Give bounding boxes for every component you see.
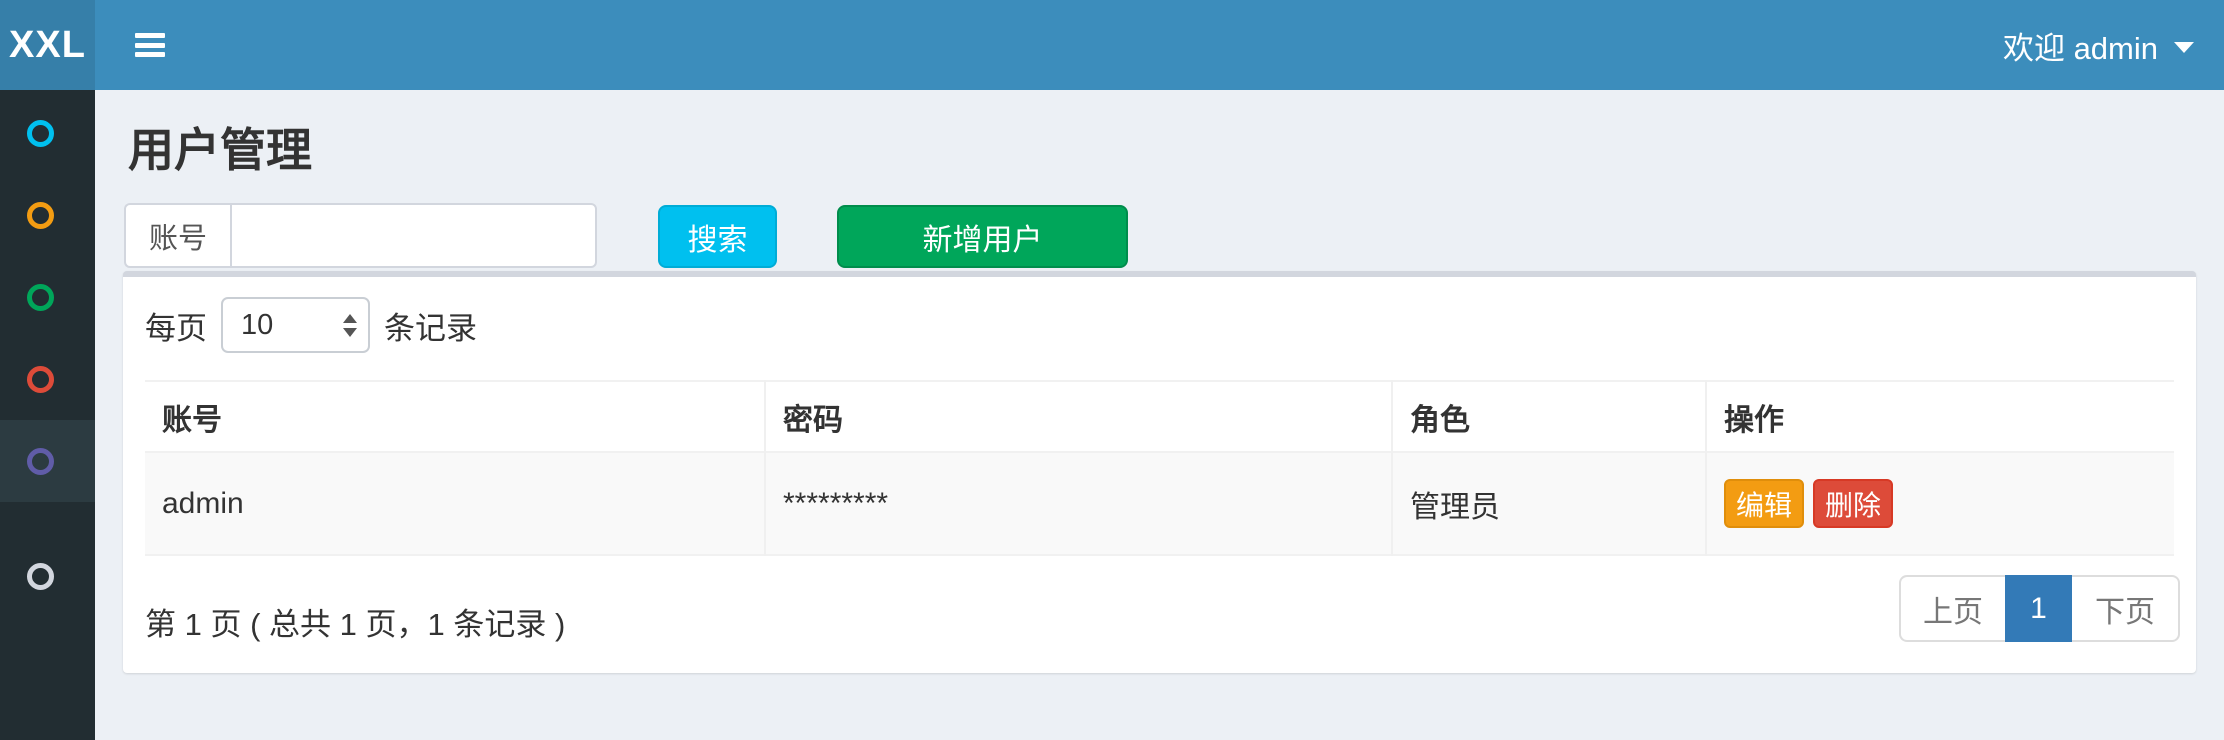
cell-actions: 编辑 删除 (1706, 452, 2174, 555)
sidebar-toggle-button[interactable] (118, 0, 182, 90)
column-header-password: 密码 (765, 381, 1392, 452)
cell-role: 管理员 (1392, 452, 1706, 555)
sidebar-item-2[interactable] (0, 174, 95, 256)
sidebar-item-3[interactable] (0, 256, 95, 338)
app-window: XXL 欢迎 admin 用户管理 账号 搜索 新增用户 每页 (0, 0, 2224, 740)
top-navbar: XXL 欢迎 admin (0, 0, 2224, 90)
column-header-actions: 操作 (1706, 381, 2174, 452)
account-input-group: 账号 (124, 203, 597, 268)
circle-icon (27, 120, 54, 147)
column-header-account: 账号 (145, 381, 765, 452)
welcome-text: 欢迎 admin (2003, 23, 2158, 68)
app-logo[interactable]: XXL (0, 0, 95, 90)
sidebar-item-4[interactable] (0, 338, 95, 420)
column-header-role: 角色 (1392, 381, 1706, 452)
circle-icon (27, 284, 54, 311)
add-user-button[interactable]: 新增用户 (837, 205, 1128, 268)
circle-icon (27, 563, 54, 590)
page-size-prefix-label: 每页 (145, 303, 207, 348)
account-label: 账号 (124, 203, 230, 268)
sidebar-item-5[interactable] (0, 420, 95, 502)
circle-icon (27, 448, 54, 475)
user-table-panel: 每页 10 条记录 账号 密码 角色 操作 (123, 271, 2196, 673)
pagination: 上页 1 下页 (1899, 575, 2180, 642)
pagination-next-button[interactable]: 下页 (2072, 575, 2180, 642)
cell-account: admin (145, 452, 765, 555)
search-button[interactable]: 搜索 (658, 205, 777, 268)
table-row: admin ********* 管理员 编辑 删除 (145, 452, 2174, 555)
page-size-suffix-label: 条记录 (384, 303, 477, 348)
hamburger-icon (135, 33, 165, 57)
table-header-row: 账号 密码 角色 操作 (145, 381, 2174, 452)
user-dropdown[interactable]: 欢迎 admin (1973, 0, 2224, 90)
account-input[interactable] (230, 203, 597, 268)
pagination-page-1-button[interactable]: 1 (2005, 575, 2072, 642)
user-table: 账号 密码 角色 操作 admin ********* 管理员 编辑 (145, 380, 2174, 556)
edit-button[interactable]: 编辑 (1724, 479, 1804, 528)
caret-down-icon (2174, 42, 2194, 53)
circle-icon (27, 366, 54, 393)
circle-icon (27, 202, 54, 229)
select-spinner-icon (343, 299, 357, 351)
sidebar-item-1[interactable] (0, 92, 95, 174)
content-area: 用户管理 账号 搜索 新增用户 每页 10 条记录 (95, 90, 2224, 740)
page-size-row: 每页 10 条记录 (145, 297, 477, 353)
pagination-summary: 第 1 页 ( 总共 1 页，1 条记录 ) (145, 599, 565, 644)
page-size-value: 10 (241, 309, 273, 342)
cell-password: ********* (765, 452, 1392, 555)
page-title: 用户管理 (128, 114, 312, 180)
delete-button[interactable]: 删除 (1813, 479, 1893, 528)
sidebar-item-6[interactable] (0, 535, 95, 617)
pagination-prev-button[interactable]: 上页 (1899, 575, 2005, 642)
page-size-select[interactable]: 10 (221, 297, 370, 353)
sidebar (0, 90, 95, 740)
